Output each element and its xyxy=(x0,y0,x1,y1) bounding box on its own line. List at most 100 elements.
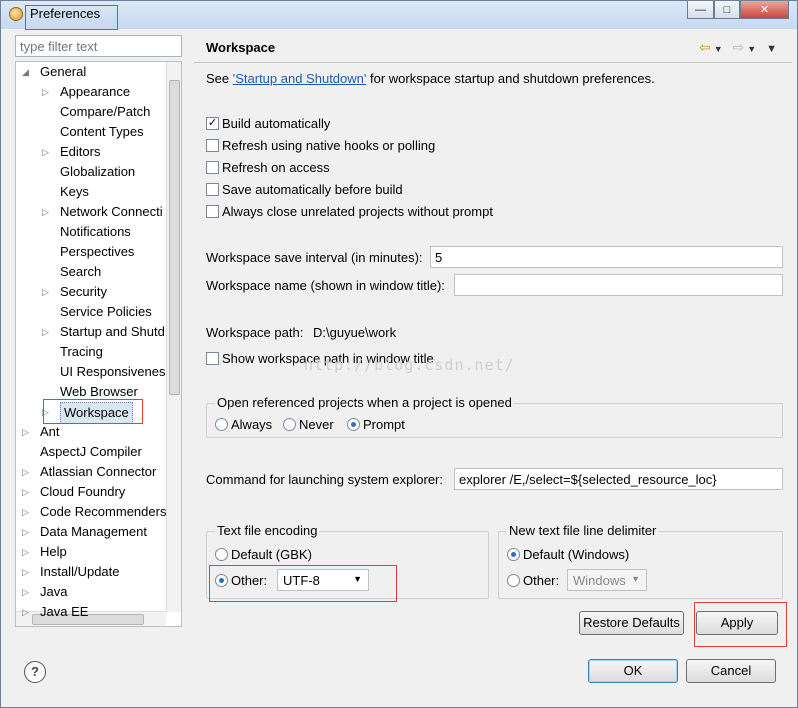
checkbox-label: Save automatically before build xyxy=(222,182,403,197)
workspace-name-field[interactable] xyxy=(454,274,783,296)
chevron-right-icon[interactable]: ▷ xyxy=(22,422,32,442)
save-interval-label: Workspace save interval (in minutes): xyxy=(206,250,423,265)
chevron-right-icon[interactable]: ▷ xyxy=(22,522,32,542)
title-bar[interactable]: Preferences — □ ✕ xyxy=(1,1,797,30)
delimiter-other-label: Other: xyxy=(523,573,560,588)
chevron-right-icon[interactable]: ▷ xyxy=(42,282,52,302)
chevron-right-icon[interactable]: ▷ xyxy=(42,82,52,102)
workspace-path-value: D:\guyue\work xyxy=(313,325,397,340)
chevron-down-icon[interactable]: ◢ xyxy=(22,62,32,82)
tree-item-label: Help xyxy=(40,544,67,559)
command-field[interactable]: explorer /E,/select=${selected_resource_… xyxy=(454,468,783,490)
chevron-right-icon[interactable]: ▷ xyxy=(22,562,32,582)
startup-shutdown-link[interactable]: 'Startup and Shutdown' xyxy=(233,71,367,86)
tree-item-label: General xyxy=(40,64,87,79)
tree-item-label: Notifications xyxy=(60,224,131,239)
tree-item-label: Startup and Shutd xyxy=(60,324,165,339)
restore-defaults-button[interactable]: Restore Defaults xyxy=(579,611,684,635)
workspace-path-label: Workspace path: xyxy=(206,325,304,340)
page-header: Workspace ⇦▼ ⇨▼ ▼ xyxy=(194,33,792,63)
tree-item-label: Appearance xyxy=(60,84,131,99)
delimiter-select[interactable]: Windows ▼ xyxy=(567,569,647,591)
forward-menu-icon[interactable]: ▼ xyxy=(747,44,759,54)
see-startup-text: See 'Startup and Shutdown' for workspace… xyxy=(206,71,655,86)
tree-item-label: Atlassian Connector xyxy=(40,464,157,479)
highlight-box-title xyxy=(25,5,118,30)
checkbox-label: Build automatically xyxy=(222,116,331,131)
view-menu-icon[interactable]: ▼ xyxy=(766,43,780,55)
line-delimiter-group: New text file line delimiter Default (Wi… xyxy=(498,523,783,599)
delimiter-select-value: Windows xyxy=(573,573,626,588)
tree-item-label: Perspectives xyxy=(60,244,135,259)
chevron-right-icon[interactable]: ▷ xyxy=(22,462,32,482)
back-arrow-icon[interactable]: ⇦ xyxy=(699,39,714,55)
radio-always[interactable] xyxy=(215,418,228,431)
radio-delimiter-default[interactable] xyxy=(507,548,520,561)
radio-encoding-default[interactable] xyxy=(215,548,228,561)
highlight-box-encoding xyxy=(209,565,397,602)
radio-delimiter-other[interactable] xyxy=(507,574,520,587)
workspace-name-label: Workspace name (shown in window title): xyxy=(206,278,445,293)
page-nav: ⇦▼ ⇨▼ ▼ xyxy=(699,39,780,56)
save-interval-field[interactable]: 5 xyxy=(430,246,783,268)
chevron-right-icon[interactable]: ▷ xyxy=(22,602,32,622)
eclipse-logo-icon xyxy=(9,7,23,21)
see-prefix: See xyxy=(206,71,233,86)
tree-horizontal-scrollbar[interactable] xyxy=(16,611,166,626)
tree-vertical-scrollbar[interactable] xyxy=(166,62,181,612)
close-button[interactable]: ✕ xyxy=(740,1,789,19)
tree-item-label: Java EE xyxy=(40,604,89,619)
chevron-down-icon: ▼ xyxy=(631,574,640,584)
tree-scroll-thumb[interactable] xyxy=(169,80,180,395)
cancel-button[interactable]: Cancel xyxy=(686,659,776,683)
checkbox[interactable] xyxy=(206,183,219,196)
checkbox-label: Refresh using native hooks or polling xyxy=(222,138,436,153)
tree-item-label: Install/Update xyxy=(40,564,120,579)
show-path-checkbox[interactable] xyxy=(206,352,219,365)
checkbox[interactable] xyxy=(206,139,219,152)
ok-button[interactable]: OK xyxy=(588,659,678,683)
filter-input[interactable] xyxy=(15,35,182,57)
checkbox-label: Always close unrelated projects without … xyxy=(222,204,493,219)
preferences-tree[interactable]: ◢ General ▷ Appearance Compare/Patch Content … xyxy=(15,61,182,627)
radio-never[interactable] xyxy=(283,418,296,431)
chevron-right-icon[interactable]: ▷ xyxy=(22,582,32,602)
forward-arrow-icon[interactable]: ⇨ xyxy=(733,39,748,55)
chevron-right-icon[interactable]: ▷ xyxy=(22,482,32,502)
open-referenced-group: Open referenced projects when a project … xyxy=(206,395,783,438)
highlight-box-workspace xyxy=(43,399,143,424)
chevron-right-icon[interactable]: ▷ xyxy=(22,502,32,522)
radio-always-label: Always xyxy=(231,417,273,432)
help-icon[interactable]: ? xyxy=(24,661,46,683)
page-title: Workspace xyxy=(206,40,276,55)
tree-item-label: Compare/Patch xyxy=(60,104,151,119)
minimize-button[interactable]: — xyxy=(687,1,714,19)
radio-never-label: Never xyxy=(299,417,334,432)
text-encoding-group-label: Text file encoding xyxy=(215,523,320,538)
open-referenced-group-label: Open referenced projects when a project … xyxy=(215,395,514,410)
tree-item-label: Search xyxy=(60,264,102,279)
tree-item-label: Editors xyxy=(60,144,101,159)
checkbox[interactable] xyxy=(206,161,219,174)
back-menu-icon[interactable]: ▼ xyxy=(714,44,726,54)
radio-prompt-label: Prompt xyxy=(363,417,405,432)
tree-item-label: Code Recommenders xyxy=(40,504,167,519)
chevron-right-icon[interactable]: ▷ xyxy=(42,202,52,222)
tree-item-label: Java xyxy=(40,584,68,599)
checkbox-label: Refresh on access xyxy=(222,160,330,175)
checkbox[interactable] xyxy=(206,205,219,218)
tree-item-label: UI Responsivenes xyxy=(60,364,166,379)
chevron-right-icon[interactable]: ▷ xyxy=(42,322,52,342)
see-suffix: for workspace startup and shutdown prefe… xyxy=(366,71,655,86)
tree-item-label: Cloud Foundry xyxy=(40,484,126,499)
maximize-button[interactable]: □ xyxy=(714,1,740,19)
checkbox[interactable]: ✓ xyxy=(206,117,219,130)
tree-item-label: AspectJ Compiler xyxy=(40,444,142,459)
chevron-right-icon[interactable]: ▷ xyxy=(42,142,52,162)
tree-item-label: Network Connecti xyxy=(60,204,163,219)
chevron-right-icon[interactable]: ▷ xyxy=(22,542,32,562)
tree-item-label: Tracing xyxy=(60,344,103,359)
delimiter-default-label: Default (Windows) xyxy=(523,547,630,562)
highlight-box-apply xyxy=(694,602,787,647)
radio-prompt[interactable] xyxy=(347,418,360,431)
